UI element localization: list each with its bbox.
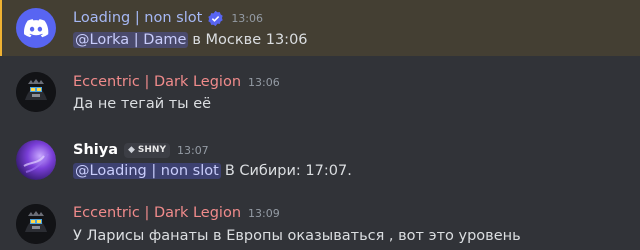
timestamp: 13:06 [248, 75, 280, 89]
guild-tag-badge[interactable]: ◆ SHNY [123, 142, 170, 158]
dark-skull-avatar[interactable] [16, 72, 56, 112]
user-mention[interactable]: @Loading | non slot [73, 163, 221, 179]
author-name[interactable]: Eccentric | Dark Legion [73, 74, 241, 90]
timestamp: 13:07 [176, 143, 209, 157]
timestamp: 13:09 [248, 206, 280, 220]
purple-swirl-avatar[interactable] [16, 140, 56, 180]
timestamp: 13:06 [231, 11, 264, 25]
dark-skull-avatar[interactable] [16, 204, 56, 244]
message-text: В Сибири: 17:07. [224, 163, 352, 179]
message-text: У Ларисы фанаты в Европы оказываться , в… [73, 228, 521, 244]
author-name[interactable]: Shiya [73, 142, 118, 158]
message-loading[interactable]: Loading | non slot 13:06 @Lorka | Dame в … [0, 0, 640, 56]
verified-check-icon [208, 10, 223, 26]
gem-icon: ◆ [127, 145, 135, 155]
discord-logo-avatar[interactable] [16, 8, 56, 48]
author-name[interactable]: Loading | non slot [73, 10, 202, 26]
message-text: в Москве 13:06 [192, 32, 308, 48]
message-text: Да не тегай ты её [73, 96, 212, 112]
user-mention[interactable]: @Lorka | Dame [73, 32, 189, 48]
message-eccentric-1[interactable]: Eccentric | Dark Legion 13:06 Да не тега… [0, 66, 640, 122]
author-name[interactable]: Eccentric | Dark Legion [73, 205, 241, 221]
message-eccentric-2[interactable]: Eccentric | Dark Legion 13:09 У Ларисы ф… [0, 196, 640, 250]
message-shiya[interactable]: Shiya ◆ SHNY 13:07 @Loading | non slot В С… [0, 134, 640, 190]
